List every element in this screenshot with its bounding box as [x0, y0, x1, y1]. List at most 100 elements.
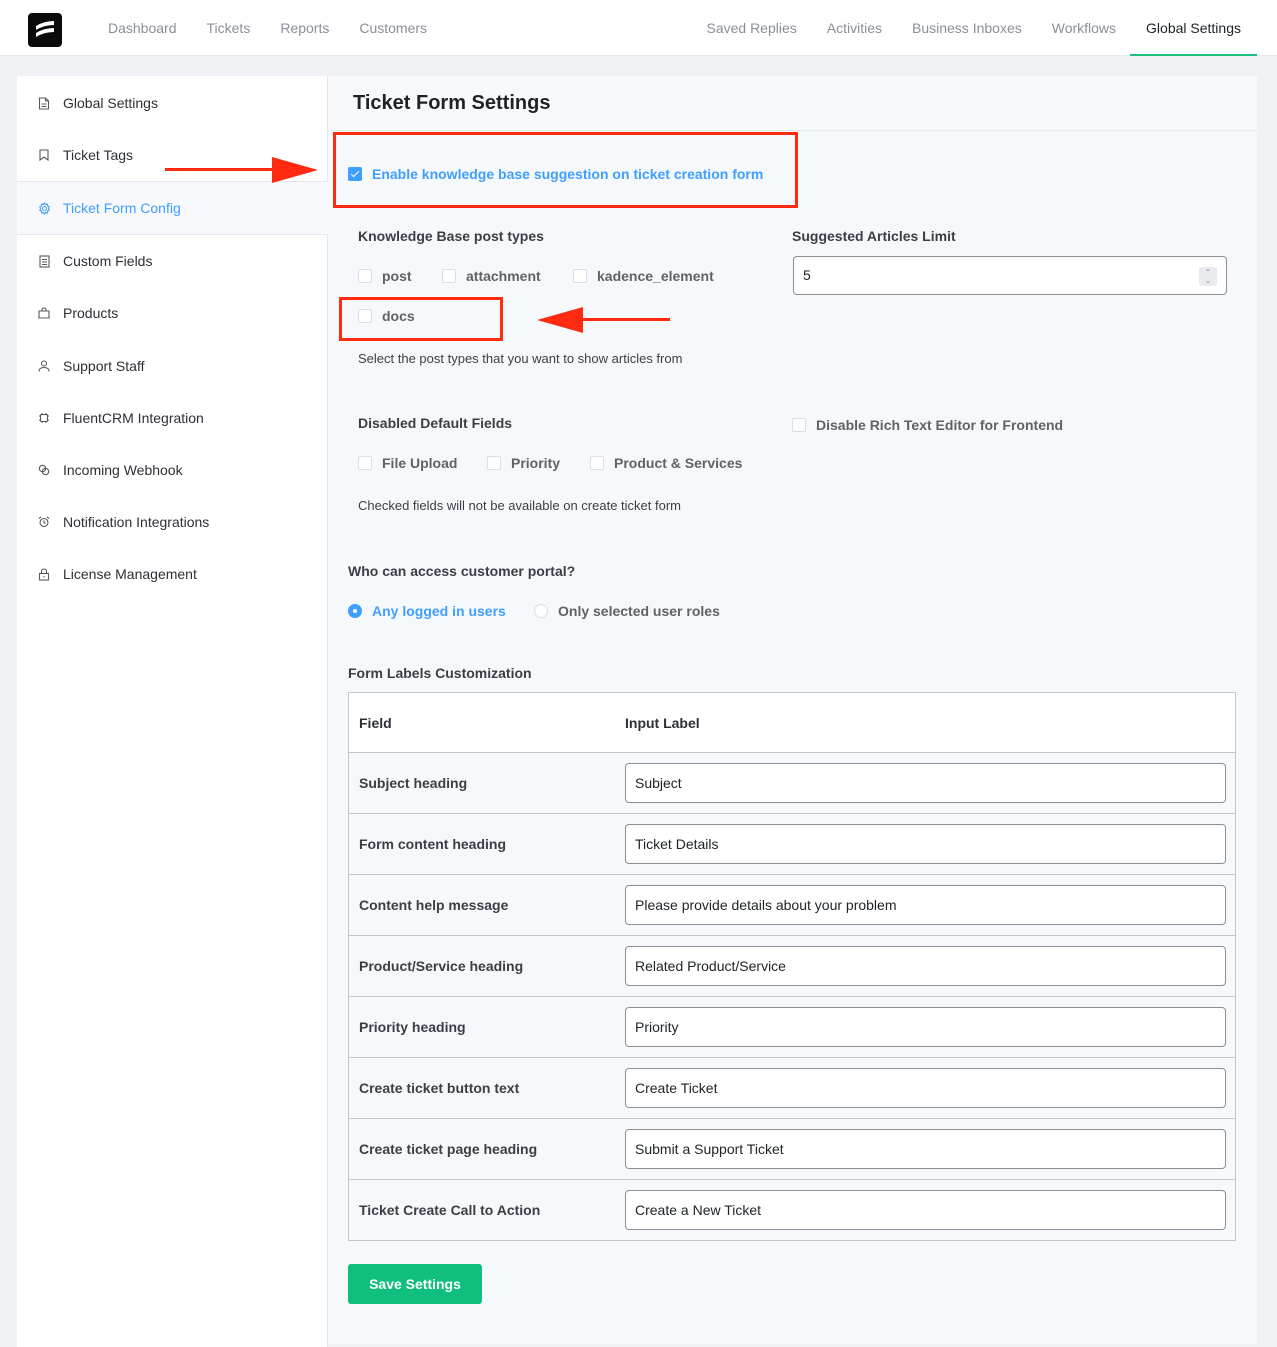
- nav-activities[interactable]: Activities: [827, 0, 882, 56]
- gear-icon: [37, 201, 51, 215]
- content-help-message-input[interactable]: [625, 885, 1226, 925]
- checkbox[interactable]: [573, 269, 587, 283]
- sidebar-item-fluentcrm-integration[interactable]: FluentCRM Integration: [17, 392, 327, 444]
- sidebar-item-label: FluentCRM Integration: [63, 410, 204, 426]
- option-label: Product & Services: [614, 455, 743, 471]
- disable-priority-checkbox[interactable]: Priority: [487, 455, 560, 471]
- suggested-limit-input[interactable]: ⌃ ⌄: [793, 256, 1227, 295]
- nav-customers[interactable]: Customers: [359, 0, 427, 56]
- portal-any-logged-in-radio[interactable]: Any logged in users: [348, 603, 506, 619]
- nav-tickets[interactable]: Tickets: [207, 0, 251, 56]
- nav-dashboard[interactable]: Dashboard: [108, 0, 177, 56]
- checkbox[interactable]: [590, 456, 604, 470]
- column-header-field: Field: [348, 692, 619, 753]
- radio-selected[interactable]: [348, 604, 362, 618]
- nav-global-settings[interactable]: Global Settings: [1130, 0, 1257, 56]
- table-row: Form content heading: [348, 813, 1236, 875]
- number-spinner[interactable]: ⌃ ⌄: [1199, 267, 1217, 286]
- field-name: Form content heading: [348, 813, 619, 875]
- ticket-create-cta-input[interactable]: [625, 1190, 1226, 1230]
- sidebar-item-label: Products: [63, 305, 119, 321]
- sidebar-item-ticket-form-config[interactable]: Ticket Form Config: [17, 181, 328, 235]
- field-name: Priority heading: [348, 996, 619, 1058]
- checkbox[interactable]: [792, 418, 806, 432]
- sidebar-item-products[interactable]: Products: [17, 287, 327, 339]
- settings-sidebar: Global Settings Ticket Tags Ticket Form …: [17, 76, 328, 1347]
- field-name: Create ticket page heading: [348, 1118, 619, 1180]
- form-labels-heading: Form Labels Customization: [348, 665, 532, 681]
- nav-saved-replies[interactable]: Saved Replies: [706, 0, 796, 56]
- bookmark-icon: [37, 148, 51, 162]
- sidebar-item-support-staff[interactable]: Support Staff: [17, 340, 327, 392]
- post-type-attachment-checkbox[interactable]: attachment: [442, 268, 541, 284]
- product-service-heading-input[interactable]: [625, 946, 1226, 986]
- field-name: Product/Service heading: [348, 935, 619, 997]
- sidebar-item-license-management[interactable]: License Management: [17, 548, 327, 600]
- priority-heading-input[interactable]: [625, 1007, 1226, 1047]
- disable-rich-text-checkbox[interactable]: Disable Rich Text Editor for Frontend: [792, 417, 1063, 433]
- sidebar-item-custom-fields[interactable]: Custom Fields: [17, 235, 327, 287]
- option-label: post: [382, 268, 412, 284]
- post-type-post-checkbox[interactable]: post: [358, 268, 412, 284]
- secondary-nav: Saved Replies Activities Business Inboxe…: [676, 0, 1257, 56]
- nav-reports[interactable]: Reports: [280, 0, 329, 56]
- sidebar-item-label: Global Settings: [63, 95, 158, 111]
- sidebar-item-label: License Management: [63, 566, 197, 582]
- option-label: File Upload: [382, 455, 458, 471]
- checkbox[interactable]: [487, 456, 501, 470]
- option-label: Only selected user roles: [558, 603, 720, 619]
- table-row: Create ticket page heading: [348, 1118, 1236, 1180]
- radio[interactable]: [534, 604, 548, 618]
- save-settings-button[interactable]: Save Settings: [348, 1264, 482, 1304]
- user-icon: [37, 359, 51, 373]
- suggested-limit-label: Suggested Articles Limit: [792, 228, 956, 244]
- disabled-fields-label: Disabled Default Fields: [358, 415, 513, 431]
- panel-header: Ticket Form Settings: [328, 76, 1257, 131]
- table-row: Subject heading: [348, 752, 1236, 814]
- sidebar-item-label: Custom Fields: [63, 253, 153, 269]
- table-row: Content help message: [348, 874, 1236, 936]
- sidebar-item-label: Ticket Form Config: [63, 200, 181, 216]
- sidebar-item-label: Incoming Webhook: [63, 462, 183, 478]
- disable-product-services-checkbox[interactable]: Product & Services: [590, 455, 742, 471]
- table-row: Ticket Create Call to Action: [348, 1179, 1236, 1241]
- sidebar-item-label: Ticket Tags: [63, 147, 134, 163]
- disable-file-upload-checkbox[interactable]: File Upload: [358, 455, 457, 471]
- fluent-support-logo-icon[interactable]: [28, 13, 62, 47]
- checkbox[interactable]: [358, 456, 372, 470]
- sidebar-item-global-settings[interactable]: Global Settings: [17, 77, 327, 129]
- sidebar-item-incoming-webhook[interactable]: Incoming Webhook: [17, 444, 327, 496]
- portal-selected-roles-radio[interactable]: Only selected user roles: [534, 603, 720, 619]
- option-label: Disable Rich Text Editor for Frontend: [816, 417, 1064, 433]
- nav-business-inboxes[interactable]: Business Inboxes: [912, 0, 1022, 56]
- annotation-highlight-kb-suggestion: [333, 132, 798, 208]
- field-name: Subject heading: [348, 752, 619, 814]
- checkbox[interactable]: [358, 269, 372, 283]
- field-name: Ticket Create Call to Action: [348, 1179, 619, 1241]
- option-label: kadence_element: [597, 268, 714, 284]
- annotation-highlight-docs: [339, 297, 503, 341]
- lock-icon: [37, 567, 51, 581]
- suggested-limit-value[interactable]: [803, 267, 1183, 283]
- webhook-icon: [37, 463, 51, 477]
- alarm-clock-icon: [37, 515, 51, 529]
- post-type-kadence-element-checkbox[interactable]: kadence_element: [573, 268, 714, 284]
- kb-post-types-help: Select the post types that you want to s…: [358, 351, 683, 366]
- page-title: Ticket Form Settings: [353, 92, 551, 114]
- chevron-down-icon[interactable]: ⌄: [1205, 276, 1212, 285]
- sidebar-item-notification-integrations[interactable]: Notification Integrations: [17, 496, 327, 548]
- checkbox[interactable]: [442, 269, 456, 283]
- subject-heading-input[interactable]: [625, 763, 1226, 803]
- top-navigation: Dashboard Tickets Reports Customers Save…: [0, 0, 1277, 56]
- kb-post-types-label: Knowledge Base post types: [358, 228, 544, 244]
- sidebar-item-label: Support Staff: [63, 358, 145, 374]
- create-ticket-button-text-input[interactable]: [625, 1068, 1226, 1108]
- nav-workflows[interactable]: Workflows: [1052, 0, 1116, 56]
- field-name: Content help message: [348, 874, 619, 936]
- table-row: Product/Service heading: [348, 935, 1236, 997]
- field-name: Create ticket button text: [348, 1057, 619, 1119]
- ticket-form-settings-panel: Ticket Form Settings Enable knowledge ba…: [328, 76, 1257, 1344]
- primary-nav: Dashboard Tickets Reports Customers: [108, 0, 457, 56]
- create-ticket-page-heading-input[interactable]: [625, 1129, 1226, 1169]
- form-content-heading-input[interactable]: [625, 824, 1226, 864]
